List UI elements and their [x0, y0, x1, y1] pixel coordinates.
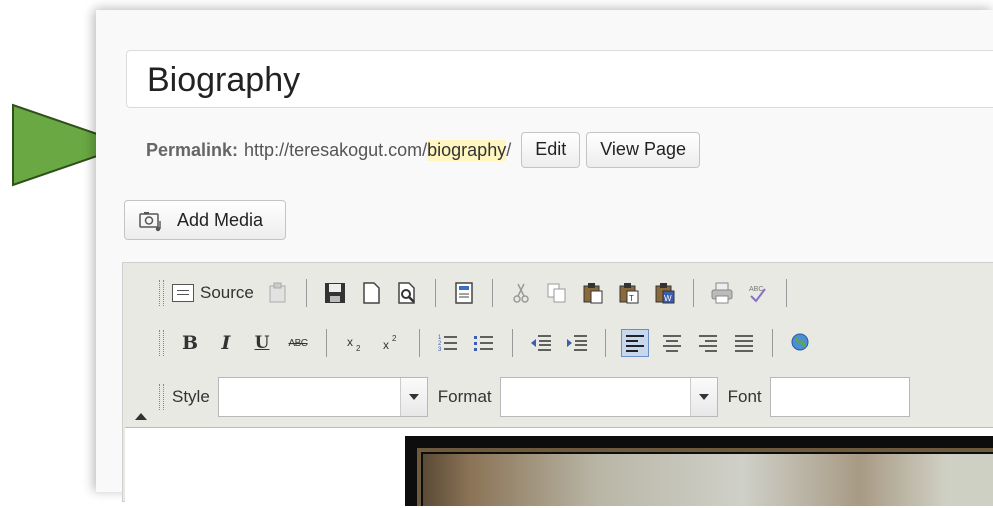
source-icon	[172, 284, 194, 302]
italic-button[interactable]: I	[213, 330, 239, 356]
svg-text:ABC: ABC	[749, 286, 763, 293]
bold-button[interactable]: B	[177, 330, 203, 356]
justify-icon[interactable]	[731, 330, 757, 356]
post-title-input[interactable]: Biography	[126, 50, 993, 108]
view-page-button[interactable]: View Page	[586, 132, 700, 168]
new-page-icon[interactable]	[358, 280, 384, 306]
permalink-slug[interactable]: biography	[427, 139, 507, 161]
toolbar-row-2: B I U ABC x2 x2 123	[159, 323, 819, 363]
align-left-icon[interactable]	[621, 329, 649, 357]
subscript-icon[interactable]: x2	[342, 330, 368, 356]
align-center-icon[interactable]	[659, 330, 685, 356]
toolbar-separator	[434, 279, 436, 307]
copy-icon[interactable]	[544, 280, 570, 306]
align-right-icon[interactable]	[695, 330, 721, 356]
svg-text:3: 3	[438, 347, 442, 353]
svg-text:T: T	[629, 294, 634, 303]
source-label: Source	[200, 283, 254, 302]
add-media-button[interactable]: Add Media	[124, 200, 287, 240]
paste-text-icon[interactable]: T	[616, 280, 642, 306]
toolbar-separator	[419, 329, 420, 357]
svg-text:x: x	[383, 338, 389, 352]
collapse-toolbar-icon[interactable]	[135, 413, 147, 420]
toolbar-separator	[785, 279, 787, 307]
permalink-base-url: http://teresakogut.com/	[244, 139, 428, 160]
font-label: Font	[727, 387, 762, 406]
font-select[interactable]	[769, 377, 910, 417]
format-label: Format	[437, 387, 492, 406]
ckeditor: Source T W ABC B I U ABC x 2 x 2 1 2 3 S…	[122, 262, 993, 508]
svg-text:2: 2	[392, 334, 397, 343]
paste-icon[interactable]	[580, 280, 606, 306]
toolbar-separator	[512, 329, 513, 357]
save-icon[interactable]	[322, 280, 348, 306]
editor-content-area[interactable]	[125, 427, 993, 508]
toolbar-row-1: Source T W ABC	[159, 273, 797, 313]
format-select[interactable]	[499, 377, 718, 417]
toolbar-separator	[491, 279, 493, 307]
underline-button[interactable]: U	[249, 330, 275, 356]
permalink-row: Permalink: http://teresakogut.com/ biogr…	[146, 132, 700, 168]
spellcheck-icon[interactable]: ABC	[745, 280, 771, 306]
add-media-label: Add Media	[177, 210, 264, 230]
toolbar-separator	[692, 279, 694, 307]
superscript-icon[interactable]: x2	[378, 330, 404, 356]
toolbar-grip[interactable]	[159, 280, 164, 306]
toolbar-grip[interactable]	[159, 384, 164, 410]
toolbar-grip[interactable]	[159, 330, 164, 356]
paste-word-icon[interactable]: W	[652, 280, 678, 306]
paste-disabled-icon[interactable]	[265, 280, 291, 306]
chevron-down-icon[interactable]	[399, 378, 427, 416]
embedded-photo[interactable]	[405, 436, 993, 506]
permalink-label: Permalink:	[146, 139, 239, 160]
svg-text:2: 2	[356, 344, 361, 353]
toolbar-separator	[605, 329, 606, 357]
preview-icon[interactable]	[394, 280, 420, 306]
toolbar-separator	[326, 329, 327, 357]
svg-text:W: W	[664, 294, 672, 303]
post-title-text: Biography	[147, 61, 301, 99]
chevron-down-icon[interactable]	[689, 378, 717, 416]
toolbar-row-3: Style Format Font	[159, 377, 920, 417]
permalink-trailing: /	[506, 139, 512, 160]
photo-frame-border	[417, 448, 993, 506]
toolbar-separator	[772, 329, 773, 357]
templates-icon[interactable]	[451, 280, 477, 306]
bulleted-list-icon[interactable]	[471, 330, 497, 356]
svg-text:x: x	[347, 335, 353, 349]
style-select[interactable]	[217, 377, 428, 417]
style-label: Style	[172, 387, 210, 406]
edit-permalink-button[interactable]: Edit	[521, 132, 581, 168]
print-icon[interactable]	[709, 280, 735, 306]
numbered-list-icon[interactable]: 123	[435, 330, 461, 356]
camera-music-icon	[139, 212, 161, 232]
outdent-icon[interactable]	[528, 330, 554, 356]
strikethrough-button[interactable]: ABC	[285, 330, 311, 356]
indent-icon[interactable]	[564, 330, 590, 356]
cut-icon[interactable]	[508, 280, 534, 306]
toolbar-separator	[305, 279, 307, 307]
source-button[interactable]: Source	[172, 283, 254, 303]
link-globe-icon[interactable]	[788, 330, 814, 356]
